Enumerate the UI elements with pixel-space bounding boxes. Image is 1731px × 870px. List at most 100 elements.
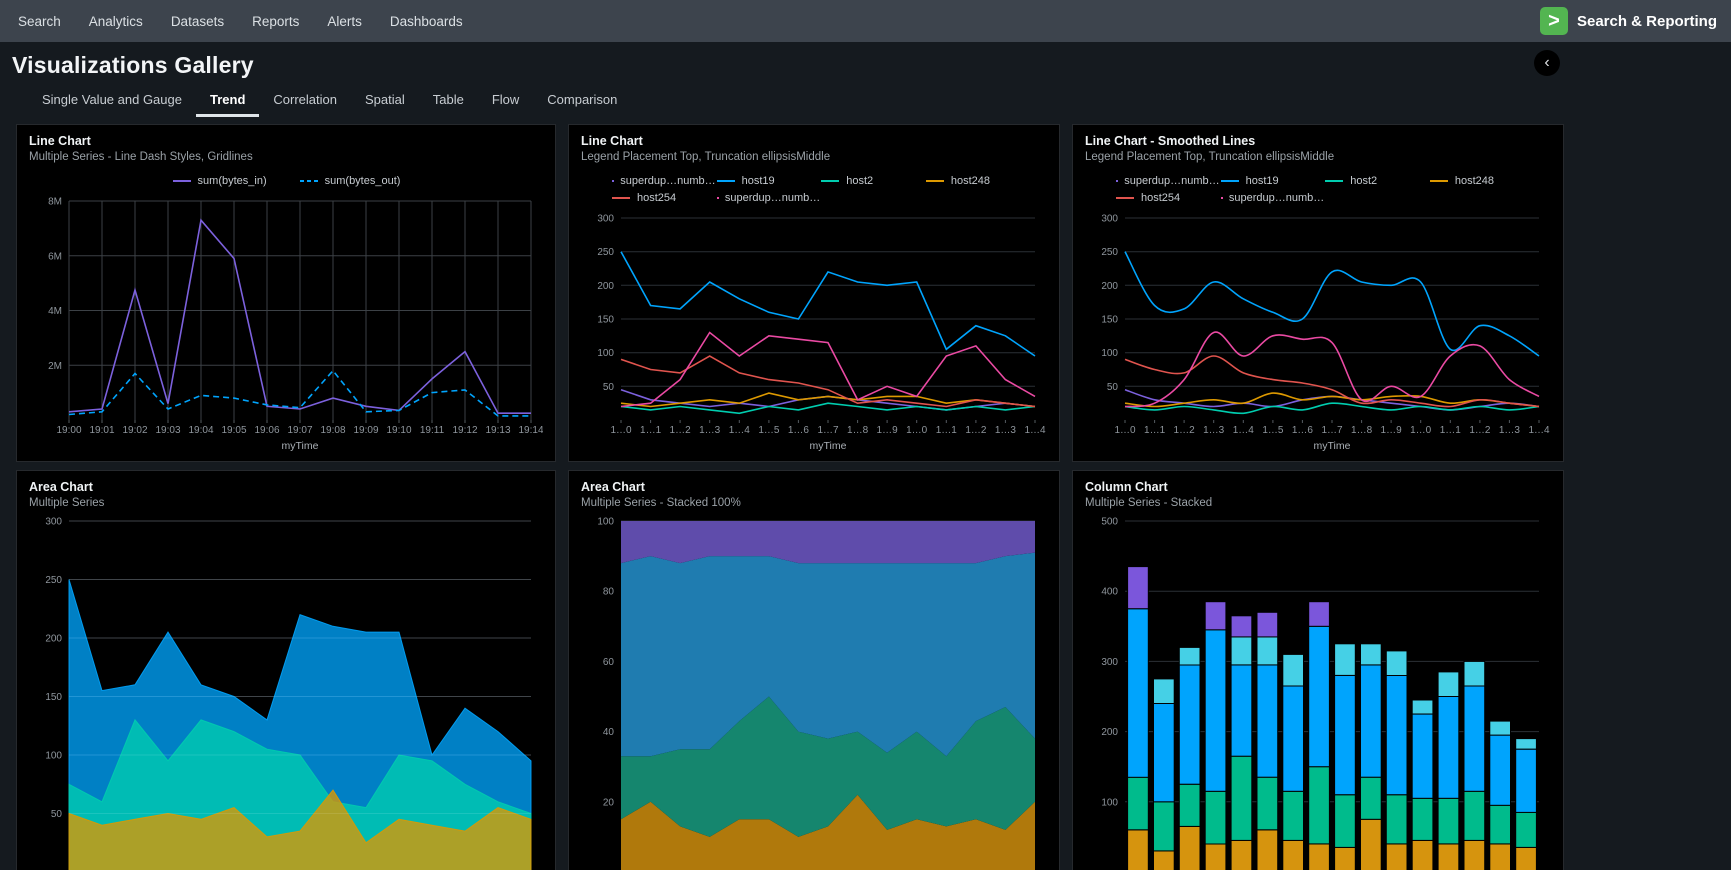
svg-text:40: 40 [603,727,615,738]
chart-legend: superdup…numb…host19host2host248host254s… [1115,175,1551,204]
svg-text:1…9: 1…9 [877,425,899,436]
legend-item[interactable]: host2 [1324,175,1429,187]
svg-text:400: 400 [1101,587,1118,598]
svg-text:100: 100 [45,751,62,762]
legend-item[interactable]: host19 [716,175,821,187]
svg-text:250: 250 [1101,247,1118,258]
legend-swatch-icon [1429,178,1449,184]
svg-text:19:07: 19:07 [287,425,312,436]
svg-text:19:05: 19:05 [221,425,246,436]
tab-correlation[interactable]: Correlation [259,88,351,117]
legend-swatch-icon [1115,178,1118,184]
tab-table[interactable]: Table [419,88,478,117]
column-chart-canvas[interactable]: 100 200 300 400 500 [1085,513,1551,870]
legend-item[interactable]: host19 [1220,175,1325,187]
svg-text:50: 50 [1107,382,1119,393]
svg-text:200: 200 [45,634,62,645]
legend-item[interactable]: host248 [925,175,1030,187]
nav-menu: Search Analytics Datasets Reports Alerts… [4,1,477,42]
panel-line-chart-smoothed: Line Chart - Smoothed Lines Legend Place… [1072,124,1564,462]
nav-item-analytics[interactable]: Analytics [75,1,157,42]
svg-text:1…8: 1…8 [1351,425,1373,436]
line-chart-canvas[interactable]: 2M4M6M8M19:0019:0119:0219:0319:0419:0519… [29,193,543,452]
legend-swatch-icon [172,178,192,184]
splunk-logo: > [1540,7,1568,35]
svg-text:1…8: 1…8 [847,425,869,436]
svg-text:19:03: 19:03 [155,425,180,436]
svg-text:1…3: 1…3 [699,425,721,436]
legend-label: host248 [951,175,990,187]
panel-title: Line Chart [29,134,543,148]
svg-text:19:06: 19:06 [254,425,279,436]
collapse-panel-button[interactable]: ‹ [1534,50,1560,76]
legend-item[interactable]: host254 [1115,192,1220,204]
svg-text:1…0: 1…0 [1114,425,1136,436]
area-chart-canvas[interactable]: 50100150200250300 [29,513,543,870]
panel-subtitle: Multiple Series - Stacked 100% [581,497,1047,509]
svg-text:myTime: myTime [1314,440,1351,452]
panel-title: Line Chart [581,134,1047,148]
tab-trend[interactable]: Trend [196,88,259,117]
svg-text:1…1: 1…1 [936,425,958,436]
legend-label: host19 [1246,175,1279,187]
svg-text:19:11: 19:11 [420,425,445,436]
line-chart-canvas[interactable]: 501001502002503001…01…11…21…31…41…51…61…… [581,210,1047,452]
svg-text:1…2: 1…2 [1469,425,1491,436]
svg-text:1…3: 1…3 [1499,425,1521,436]
tab-comparison[interactable]: Comparison [533,88,631,117]
nav-item-reports[interactable]: Reports [238,1,313,42]
legend-label: host2 [846,175,873,187]
legend-label: sum(bytes_out) [325,175,401,187]
tab-flow[interactable]: Flow [478,88,533,117]
svg-text:300: 300 [45,517,62,528]
legend-item[interactable]: superdup…numb… [611,175,716,187]
svg-text:1…0: 1…0 [906,425,928,436]
panel-subtitle: Multiple Series - Line Dash Styles, Grid… [29,151,543,163]
svg-text:6M: 6M [48,251,62,262]
svg-text:100: 100 [1101,797,1118,808]
svg-text:19:08: 19:08 [320,425,345,436]
svg-text:myTime: myTime [810,440,847,452]
legend-item[interactable]: sum(bytes_out) [299,175,401,187]
dashboard-grid: Line Chart Multiple Series - Line Dash S… [16,124,1731,870]
panel-title: Column Chart [1085,480,1551,494]
svg-text:1…4: 1…4 [1024,425,1046,436]
svg-text:300: 300 [1101,657,1118,668]
chevron-left-icon: ‹ [1544,54,1549,72]
legend-item[interactable]: host2 [820,175,925,187]
legend-swatch-icon [716,195,719,201]
legend-swatch-icon [1324,178,1344,184]
legend-swatch-icon [925,178,945,184]
svg-text:19:12: 19:12 [452,425,477,436]
tab-spatial[interactable]: Spatial [351,88,419,117]
legend-item[interactable]: superdup…numb… [716,192,821,204]
chart-legend: sum(bytes_in) sum(bytes_out) [29,175,543,187]
legend-item[interactable]: superdup…numb… [1115,175,1220,187]
nav-item-alerts[interactable]: Alerts [313,1,376,42]
svg-text:200: 200 [597,281,614,292]
svg-text:1…2: 1…2 [965,425,987,436]
line-chart-canvas[interactable]: 501001502002503001…01…11…21…31…41…51…61…… [1085,210,1551,452]
svg-text:1…5: 1…5 [1262,425,1284,436]
nav-item-search[interactable]: Search [4,1,75,42]
legend-item[interactable]: sum(bytes_in) [172,175,267,187]
svg-text:250: 250 [597,247,614,258]
area-chart-canvas[interactable]: 20406080100 [581,513,1047,870]
nav-item-datasets[interactable]: Datasets [157,1,238,42]
svg-text:1…6: 1…6 [788,425,810,436]
legend-item[interactable]: host254 [611,192,716,204]
legend-swatch-icon [1220,178,1240,184]
svg-text:2M: 2M [48,361,62,372]
svg-text:200: 200 [1101,727,1118,738]
panel-subtitle: Multiple Series - Stacked [1085,497,1551,509]
tab-single-value-and-gauge[interactable]: Single Value and Gauge [28,88,196,117]
app-brand[interactable]: > Search & Reporting [1540,7,1717,35]
legend-item[interactable]: superdup…numb… [1220,192,1325,204]
svg-text:1…2: 1…2 [670,425,692,436]
svg-text:500: 500 [1101,517,1118,528]
legend-label: host19 [742,175,775,187]
legend-swatch-icon [716,178,736,184]
nav-item-dashboards[interactable]: Dashboards [376,1,477,42]
legend-item[interactable]: host248 [1429,175,1534,187]
legend-label: host254 [637,192,676,204]
